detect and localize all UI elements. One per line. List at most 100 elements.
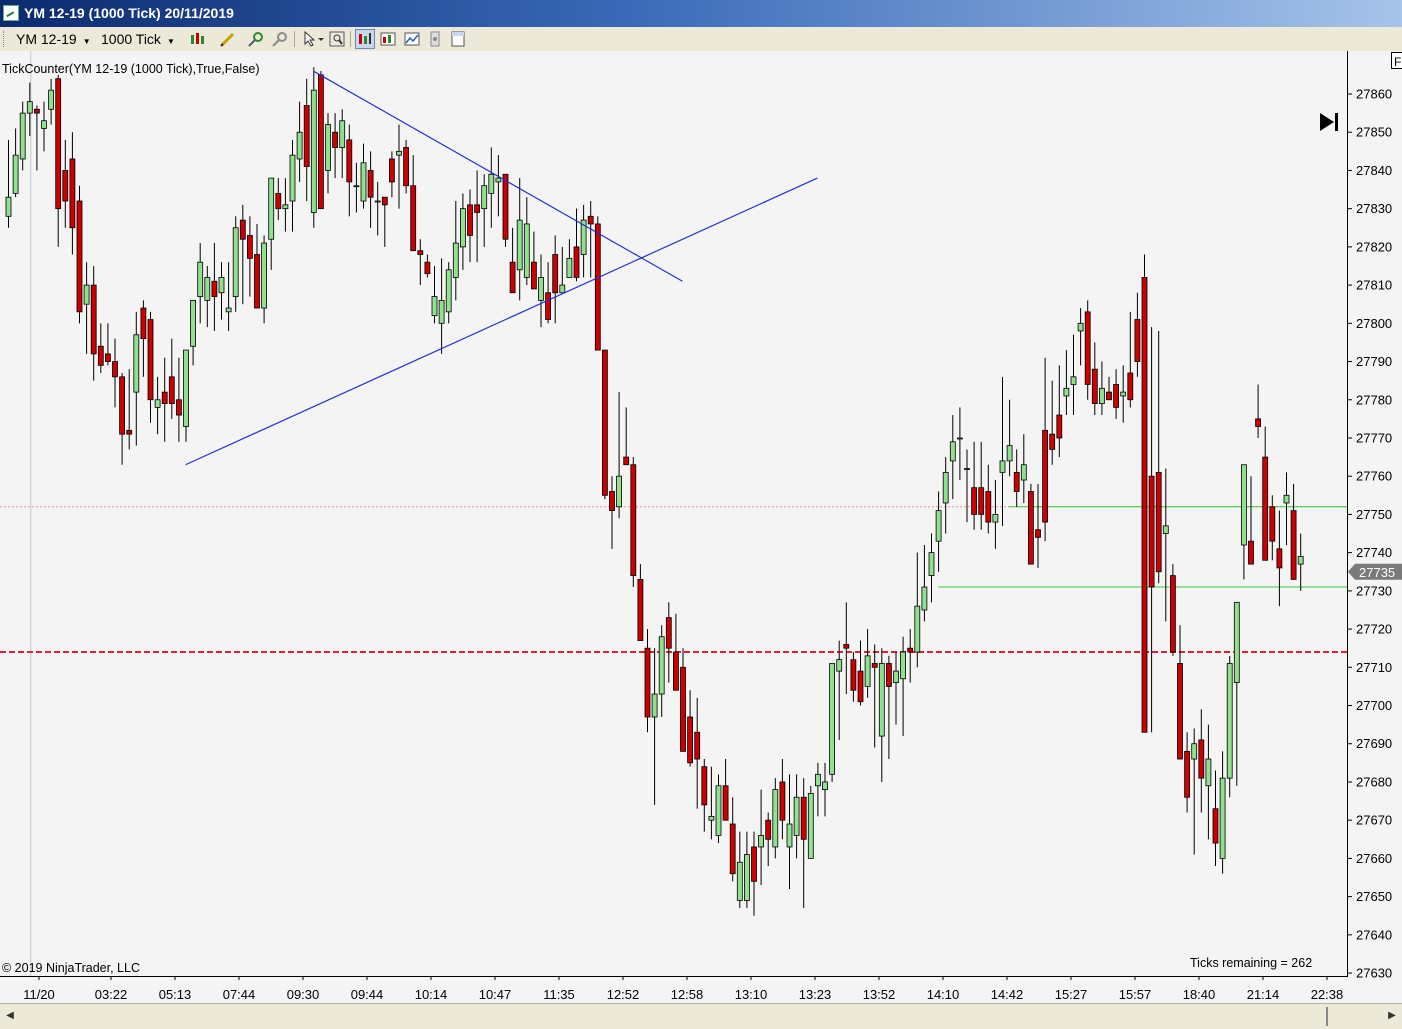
candle-down[interactable] — [1085, 312, 1090, 385]
candle-down[interactable] — [162, 392, 167, 403]
candle-down[interactable] — [247, 235, 252, 258]
candle-down[interactable] — [120, 377, 125, 434]
candle-up[interactable] — [950, 442, 955, 461]
candle-up[interactable] — [219, 277, 224, 292]
candle-down[interactable] — [801, 797, 806, 839]
candle-down[interactable] — [531, 262, 536, 289]
candle-down[interactable] — [418, 251, 423, 255]
candle-down[interactable] — [169, 377, 174, 404]
candle-up[interactable] — [915, 606, 920, 652]
candle-up[interactable] — [205, 277, 210, 300]
candle-down[interactable] — [1213, 809, 1218, 843]
chart-app-icon[interactable] — [3, 5, 19, 21]
candle-up[interactable] — [453, 243, 458, 277]
candle-down[interactable] — [1036, 530, 1041, 538]
candle-up[interactable] — [567, 258, 572, 277]
candle-down[interactable] — [1135, 319, 1140, 361]
instrument-dropdown[interactable]: YM 12-19▼ — [16, 30, 91, 48]
candle-up[interactable] — [1000, 461, 1005, 472]
candle-down[interactable] — [503, 174, 508, 239]
candle-down[interactable] — [844, 644, 849, 648]
candle-down[interactable] — [752, 847, 757, 881]
candle-up[interactable] — [1071, 377, 1076, 385]
candle-down[interactable] — [631, 465, 636, 576]
candle-down[interactable] — [1270, 507, 1275, 541]
candle-down[interactable] — [1043, 430, 1048, 522]
candle-down[interactable] — [688, 717, 693, 763]
candle-down[interactable] — [148, 319, 153, 399]
scroll-right-icon[interactable]: ▶ — [1384, 1008, 1400, 1024]
candle-up[interactable] — [283, 205, 288, 209]
candle-down[interactable] — [389, 159, 394, 182]
candle-down[interactable] — [98, 346, 103, 365]
toolbar-grip[interactable] — [3, 31, 7, 47]
candle-down[interactable] — [105, 354, 110, 362]
candle-up[interactable] — [879, 663, 884, 736]
candle-up[interactable] — [84, 285, 89, 304]
candle-down[interactable] — [382, 197, 387, 205]
candle-down[interactable] — [176, 400, 181, 415]
candle-down[interactable] — [851, 660, 856, 691]
candle-down[interactable] — [1014, 472, 1019, 491]
candle-down[interactable] — [212, 281, 217, 296]
candle-up[interactable] — [1220, 778, 1225, 858]
candle-up[interactable] — [27, 102, 32, 113]
candle-down[interactable] — [91, 285, 96, 354]
candle-down[interactable] — [886, 663, 891, 686]
candle-up[interactable] — [716, 786, 721, 836]
candle-down[interactable] — [318, 75, 323, 209]
strategies-icon[interactable] — [402, 29, 422, 49]
candle-up[interactable] — [496, 178, 501, 182]
candle-up[interactable] — [290, 155, 295, 201]
candle-up[interactable] — [397, 151, 402, 155]
candle-up[interactable] — [1206, 759, 1211, 786]
candle-down[interactable] — [425, 262, 430, 273]
candle-down[interactable] — [411, 186, 416, 251]
candle-down[interactable] — [1156, 472, 1161, 571]
candle-down[interactable] — [255, 255, 260, 309]
candle-up[interactable] — [1121, 392, 1126, 396]
candle-down[interactable] — [695, 732, 700, 759]
candle-up[interactable] — [1064, 388, 1069, 396]
interval-dropdown[interactable]: 1000 Tick▼ — [101, 30, 175, 48]
candle-up[interactable] — [134, 335, 139, 392]
candle-down[interactable] — [872, 663, 877, 667]
magnifier-icon[interactable] — [327, 29, 347, 49]
candle-up[interactable] — [439, 300, 444, 323]
candle-down[interactable] — [1263, 457, 1268, 560]
candle-down[interactable] — [1185, 751, 1190, 797]
candle-down[interactable] — [702, 767, 707, 805]
candle-up[interactable] — [233, 228, 238, 297]
candle-up[interactable] — [993, 514, 998, 522]
candle-up[interactable] — [865, 656, 870, 687]
candle-up[interactable] — [652, 694, 657, 717]
candle-up[interactable] — [198, 262, 203, 296]
candle-down[interactable] — [979, 488, 984, 515]
candle-up[interactable] — [1227, 663, 1232, 778]
pencil-draw-icon[interactable] — [218, 29, 238, 49]
candle-down[interactable] — [766, 820, 771, 839]
candle-up[interactable] — [482, 186, 487, 209]
candle-up[interactable] — [815, 774, 820, 785]
candle-down[interactable] — [368, 170, 373, 197]
zoom-out-icon[interactable] — [270, 29, 290, 49]
candle-down[interactable] — [780, 782, 785, 820]
candle-up[interactable] — [311, 90, 316, 212]
candle-up[interactable] — [375, 201, 380, 202]
candle-down[interactable] — [404, 148, 409, 186]
candle-up[interactable] — [1163, 526, 1168, 534]
candle-down[interactable] — [1050, 434, 1055, 449]
candle-up[interactable] — [539, 277, 544, 300]
candle-down[interactable] — [56, 79, 61, 209]
candle-up[interactable] — [49, 90, 54, 109]
candle-down[interactable] — [908, 648, 913, 652]
candle-up[interactable] — [191, 300, 196, 346]
candle-up[interactable] — [894, 671, 899, 682]
candle-up[interactable] — [943, 472, 948, 503]
candle-down[interactable] — [468, 205, 473, 236]
candle-down[interactable] — [70, 159, 75, 228]
candle-up[interactable] — [1284, 495, 1289, 503]
price-chart[interactable]: 2786027850278402783027820278102780027790… — [0, 51, 1402, 1003]
bar-style-icon[interactable] — [188, 29, 208, 49]
candle-up[interactable] — [957, 438, 962, 439]
